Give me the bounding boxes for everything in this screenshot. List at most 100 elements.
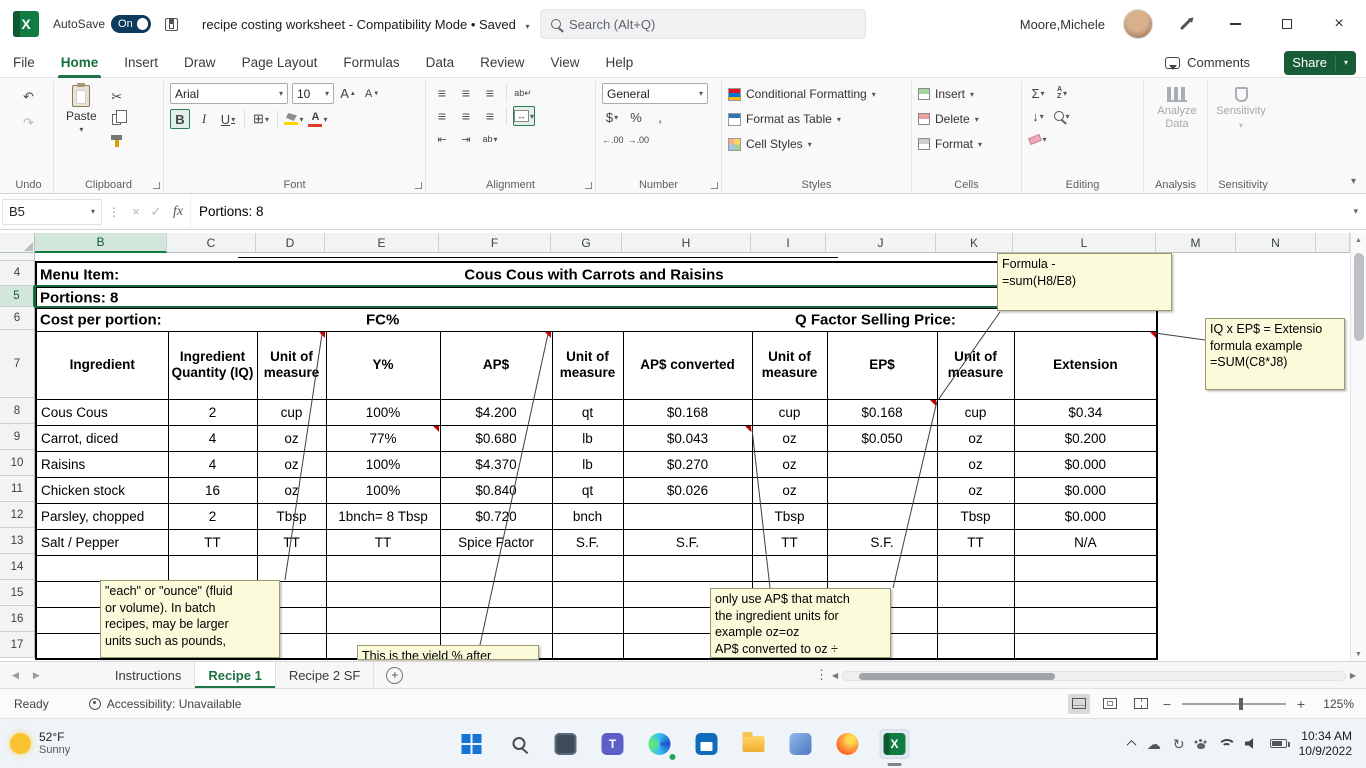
wifi-icon[interactable] [1217, 738, 1236, 750]
row-header-8[interactable]: 8 [0, 398, 35, 424]
accessibility-status[interactable]: Accessibility: Unavailable [88, 697, 241, 711]
note-units[interactable]: "each" or "ounce" (fluid or volume). In … [100, 580, 280, 658]
cell[interactable]: cup [751, 398, 828, 426]
cell[interactable]: 100% [325, 450, 441, 478]
sort-filter-button[interactable]: ▾ [1052, 83, 1072, 103]
zoom-out-button[interactable]: − [1161, 696, 1173, 712]
cell[interactable]: TT [936, 528, 1015, 556]
cell[interactable]: $0.000 [1013, 450, 1158, 478]
cell[interactable]: $0.270 [622, 450, 753, 478]
cell[interactable]: $0.168 [826, 398, 938, 426]
row-header-5[interactable]: 5 [0, 286, 35, 307]
column-header-J[interactable]: J [826, 233, 936, 253]
cancel-icon[interactable]: × [126, 204, 146, 219]
cell[interactable] [325, 580, 441, 608]
autosave-toggle[interactable]: On [111, 15, 152, 33]
bottom-align-button[interactable]: ≡ [480, 83, 500, 103]
header-cell[interactable]: AP$ converted [622, 330, 753, 400]
cell[interactable] [325, 554, 441, 582]
tab-review[interactable]: Review [467, 48, 537, 78]
cell[interactable] [826, 554, 938, 582]
cell[interactable]: qt [551, 398, 624, 426]
cell[interactable] [936, 554, 1015, 582]
normal-view-button[interactable] [1068, 693, 1090, 714]
cell[interactable] [936, 580, 1015, 608]
cell[interactable]: $0.840 [439, 476, 553, 504]
row-header-7[interactable]: 7 [0, 330, 35, 398]
row-header-14[interactable]: 14 [0, 554, 35, 580]
underline-button[interactable]: U ▾ [218, 109, 238, 129]
cell[interactable]: Cous Cous [35, 398, 169, 426]
horizontal-scroll-track[interactable] [842, 670, 1346, 681]
cell[interactable]: cup [256, 398, 327, 426]
cell[interactable] [439, 580, 553, 608]
cell[interactable] [1013, 580, 1158, 608]
page-break-view-button[interactable] [1130, 694, 1152, 714]
cell[interactable]: oz [751, 450, 828, 478]
font-size-combo[interactable]: 10 ▾ [292, 83, 334, 104]
alignment-dialog-launcher-icon[interactable] [585, 182, 592, 189]
clipboard-dialog-launcher-icon[interactable] [153, 182, 160, 189]
formula-input[interactable]: Portions: 8 [190, 194, 1353, 229]
scroll-left-icon[interactable]: ◀ [832, 671, 838, 680]
header-cell[interactable]: Unit of measure [256, 330, 327, 400]
clock[interactable]: 10:34 AM 10/9/2022 [1299, 729, 1356, 759]
cell[interactable]: Salt / Pepper [35, 528, 169, 556]
cell[interactable]: oz [256, 476, 327, 504]
row-header-12[interactable]: 12 [0, 502, 35, 528]
number-format-combo[interactable]: General ▾ [602, 83, 708, 104]
redo-button[interactable]: ↷ [19, 113, 39, 133]
cell[interactable]: $0.34 [1013, 398, 1158, 426]
insert-cells-button[interactable]: Insert ▾ [918, 83, 1015, 105]
cell[interactable]: oz [751, 424, 828, 452]
cell[interactable]: 100% [325, 398, 441, 426]
column-header-M[interactable]: M [1156, 233, 1236, 253]
collapse-ribbon-icon[interactable]: ▾ [1351, 176, 1356, 187]
note-extension[interactable]: IQ x EP$ = Extensio formula example =SUM… [1205, 318, 1345, 390]
cell[interactable]: oz [256, 450, 327, 478]
cell[interactable] [167, 554, 258, 582]
vertical-scrollbar[interactable]: ▲ ▼ [1350, 233, 1366, 661]
cell[interactable]: $0.050 [826, 424, 938, 452]
user-name[interactable]: Moore,Michele [1020, 17, 1105, 32]
cell[interactable]: 4 [167, 424, 258, 452]
cell[interactable]: S.F. [826, 528, 938, 556]
percent-style-button[interactable]: % [626, 107, 646, 127]
cell-styles-button[interactable]: Cell Styles ▾ [728, 133, 905, 155]
comma-style-button[interactable]: , [650, 107, 670, 127]
decrease-indent-button[interactable]: ⇤ [432, 129, 452, 149]
tab-page-layout[interactable]: Page Layout [229, 48, 331, 78]
number-dialog-launcher-icon[interactable] [711, 182, 718, 189]
cell[interactable]: Menu Item: Cous Cous with Carrots and Ra… [35, 261, 1158, 288]
taskbar-search-button[interactable] [504, 729, 534, 759]
close-button[interactable]: × [1322, 0, 1356, 48]
borders-button[interactable]: ⊞ ▾ [251, 109, 271, 129]
cell[interactable]: S.F. [551, 528, 624, 556]
taskbar-app-task-view[interactable] [551, 729, 581, 759]
taskbar-app-excel[interactable] [879, 728, 910, 759]
cell[interactable]: 1bnch= 8 Tbsp [325, 502, 441, 530]
cell[interactable] [622, 554, 753, 582]
cell[interactable] [439, 606, 553, 634]
cut-button[interactable]: ✂ [107, 87, 127, 107]
row-header-10[interactable]: 10 [0, 450, 35, 476]
sheet-tab-recipe-1[interactable]: Recipe 1 [195, 662, 276, 688]
formula-bar-expand-icon[interactable]: ▾ [1353, 206, 1358, 217]
row-header-15[interactable]: 15 [0, 580, 35, 606]
save-icon[interactable] [165, 17, 179, 31]
copy-button[interactable] [107, 109, 127, 129]
zoom-in-button[interactable]: + [1295, 696, 1307, 712]
cell[interactable]: $0.680 [439, 424, 553, 452]
onedrive-cloud-icon[interactable]: ☁ [1147, 737, 1161, 751]
sheet-tab-instructions[interactable]: Instructions [102, 662, 196, 688]
cell[interactable]: 2 [167, 502, 258, 530]
increase-indent-button[interactable]: ⇥ [456, 129, 476, 149]
cell[interactable]: bnch [551, 502, 624, 530]
fill-color-button[interactable]: ▾ [284, 109, 304, 129]
cell[interactable] [751, 554, 828, 582]
avatar[interactable] [1123, 9, 1153, 39]
header-cell[interactable]: Ingredient Quantity (IQ) [167, 330, 258, 400]
tab-file[interactable]: File [0, 48, 48, 78]
cell[interactable]: TT [256, 528, 327, 556]
scroll-down-icon[interactable]: ▼ [1351, 647, 1366, 661]
